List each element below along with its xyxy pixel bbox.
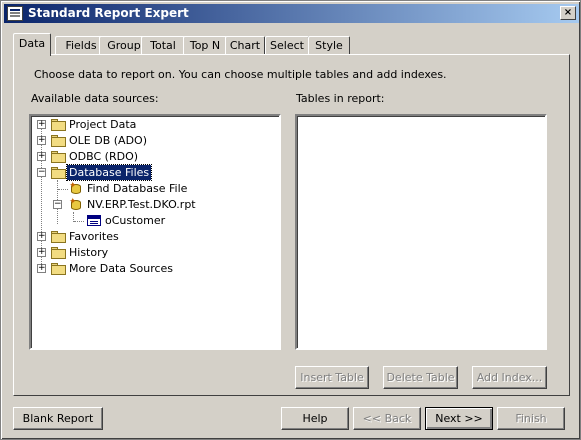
- add-index-button[interactable]: Add Index...: [472, 366, 547, 389]
- expand-icon[interactable]: +: [37, 248, 46, 257]
- tree-node-ocustomer[interactable]: oCustomer: [31, 213, 271, 229]
- tab-data[interactable]: Data: [13, 33, 51, 56]
- next-button[interactable]: Next >>: [425, 407, 493, 430]
- tree-node-label: More Data Sources: [69, 262, 174, 275]
- expand-icon[interactable]: +: [37, 136, 46, 145]
- tree-node-ole-db[interactable]: + OLE DB (ADO): [31, 133, 271, 149]
- tab-select[interactable]: Select: [265, 36, 309, 55]
- tree-node-rpt-file[interactable]: − ✦ NV.ERP.Test.DKO.rpt: [31, 197, 271, 213]
- collapse-icon[interactable]: −: [53, 200, 62, 209]
- finish-button[interactable]: Finish: [497, 407, 565, 430]
- tab-chart[interactable]: Chart: [225, 36, 265, 55]
- tree-node-more-data-sources[interactable]: + More Data Sources: [31, 261, 271, 277]
- title-bar[interactable]: Standard Report Expert ×: [4, 4, 579, 23]
- tree-node-find-database-file[interactable]: ✦ Find Database File: [31, 181, 271, 197]
- instruction-text: Choose data to report on. You can choose…: [34, 68, 447, 81]
- expand-icon[interactable]: +: [37, 120, 46, 129]
- insert-table-button[interactable]: Insert Table: [295, 366, 369, 389]
- tree-node-label: History: [69, 246, 109, 259]
- app-icon: [7, 6, 23, 21]
- folder-icon: [51, 119, 67, 131]
- folder-icon: [51, 151, 67, 163]
- tab-top-n[interactable]: Top N: [183, 36, 227, 55]
- folder-icon: [51, 135, 67, 147]
- database-icon: ✦: [69, 182, 83, 196]
- tree-node-label: ODBC (RDO): [69, 150, 139, 163]
- database-icon: ✦: [69, 198, 83, 212]
- available-sources-label: Available data sources:: [31, 92, 159, 105]
- collapse-icon[interactable]: −: [37, 168, 46, 177]
- tree-node-label: Favorites: [69, 230, 119, 243]
- tree-node-label: Find Database File: [87, 182, 188, 195]
- tab-style[interactable]: Style: [308, 36, 350, 55]
- help-button[interactable]: Help: [281, 407, 349, 430]
- tables-in-report-label: Tables in report:: [296, 92, 385, 105]
- tree-node-label: OLE DB (ADO): [69, 134, 147, 147]
- tree-node-history[interactable]: + History: [31, 245, 271, 261]
- folder-open-icon: [51, 167, 67, 179]
- table-icon: [87, 215, 101, 226]
- tree-node-odbc[interactable]: + ODBC (RDO): [31, 149, 271, 165]
- delete-table-button[interactable]: Delete Table: [383, 366, 458, 389]
- close-button[interactable]: ×: [560, 6, 576, 20]
- data-sources-tree[interactable]: + Project Data + OLE DB (ADO) + ODBC (RD…: [29, 114, 281, 350]
- folder-icon: [51, 263, 67, 275]
- expand-icon[interactable]: +: [37, 264, 46, 273]
- tree-node-database-files[interactable]: − Database Files: [31, 164, 271, 181]
- tab-total[interactable]: Total: [141, 36, 185, 55]
- folder-icon: [51, 247, 67, 259]
- expand-icon[interactable]: +: [37, 232, 46, 241]
- back-button[interactable]: << Back: [353, 407, 421, 430]
- tree-node-favorites[interactable]: + Favorites: [31, 229, 271, 245]
- tree-node-label: Project Data: [69, 118, 137, 131]
- tables-in-report-list[interactable]: [295, 114, 547, 350]
- tree-node-label: Database Files: [65, 164, 153, 181]
- tree-node-label: NV.ERP.Test.DKO.rpt: [87, 198, 196, 211]
- window-title: Standard Report Expert: [28, 6, 189, 20]
- expand-icon[interactable]: +: [37, 152, 46, 161]
- report-expert-window: Standard Report Expert × Data Fields Gro…: [0, 0, 581, 440]
- folder-icon: [51, 231, 67, 243]
- blank-report-button[interactable]: Blank Report: [13, 407, 103, 430]
- tree-node-label: oCustomer: [105, 214, 166, 227]
- tree-node-project-data[interactable]: + Project Data: [31, 117, 271, 133]
